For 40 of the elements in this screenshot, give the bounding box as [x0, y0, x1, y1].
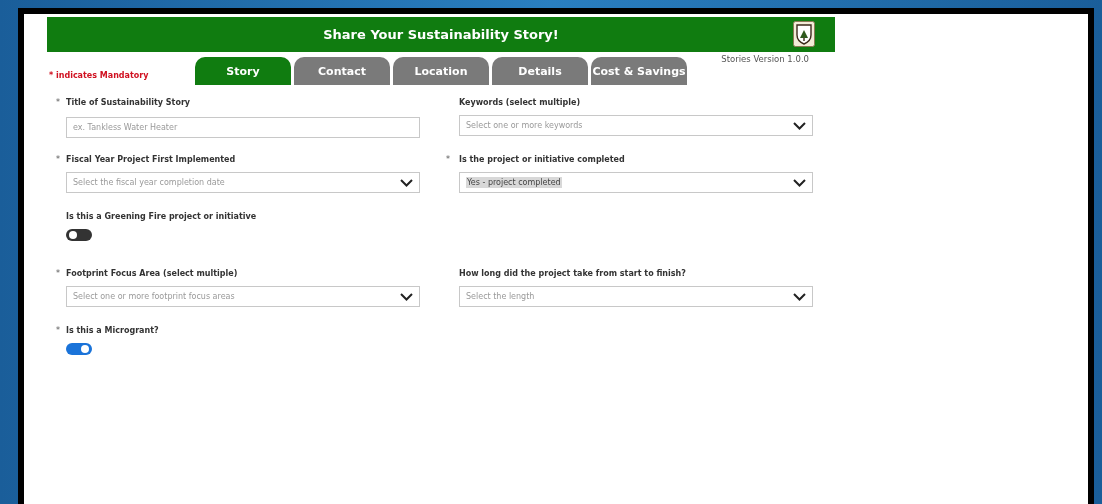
chevron-down-icon [400, 292, 413, 301]
dropdown[interactable]: Select one or more keywords [459, 115, 813, 136]
field-label: Is this a Microgrant? [66, 325, 159, 335]
field-label: Footprint Focus Area (select multiple) [66, 268, 238, 278]
dropdown-placeholder: Select the length [466, 292, 535, 301]
mandatory-note: * indicates Mandatory [49, 71, 150, 82]
dropdown-placeholder: Select one or more keywords [466, 121, 583, 130]
dropdown-placeholder: Select one or more footprint focus areas [73, 292, 235, 301]
field-label: Fiscal Year Project First Implemented [66, 154, 236, 164]
required-marker: * [56, 325, 61, 335]
tab[interactable]: Cost & Savings [591, 57, 687, 85]
chevron-down-icon [793, 178, 806, 187]
tab[interactable]: Details [492, 57, 588, 85]
dropdown[interactable]: Select one or more footprint focus areas [66, 286, 420, 307]
tab[interactable]: Location [393, 57, 489, 85]
chevron-down-icon [400, 178, 413, 187]
toggle-switch[interactable] [66, 229, 92, 241]
tab[interactable]: Story [195, 57, 291, 85]
field-label: Keywords (select multiple) [459, 97, 581, 107]
version-label: Stories Version 1.0.0 [721, 54, 809, 64]
text-input[interactable]: ex. Tankless Water Heater [66, 117, 420, 138]
required-marker: * [446, 154, 451, 164]
chevron-down-icon [793, 121, 806, 130]
chevron-down-icon [793, 292, 806, 301]
field-label: Is this a Greening Fire project or initiative [66, 211, 257, 221]
page-title: Share Your Sustainability Story! [323, 27, 559, 42]
required-marker: * [56, 154, 61, 164]
required-marker: * [56, 97, 61, 107]
field-label: Is the project or initiative completed [459, 154, 625, 164]
dropdown[interactable]: Select the fiscal year completion date [66, 172, 420, 193]
field-label: How long did the project take from start to finish? [459, 268, 686, 278]
toggle-switch[interactable] [66, 343, 92, 355]
dropdown-value: Yes - project completed [466, 177, 562, 188]
tab[interactable]: Contact [294, 57, 390, 85]
dropdown[interactable]: Select the length [459, 286, 813, 307]
field-label: Title of Sustainability Story [66, 97, 191, 107]
dropdown[interactable]: Yes - project completed [459, 172, 813, 193]
shield-logo-icon [793, 21, 815, 47]
dropdown-placeholder: Select the fiscal year completion date [73, 178, 225, 187]
required-marker: * [56, 268, 61, 278]
